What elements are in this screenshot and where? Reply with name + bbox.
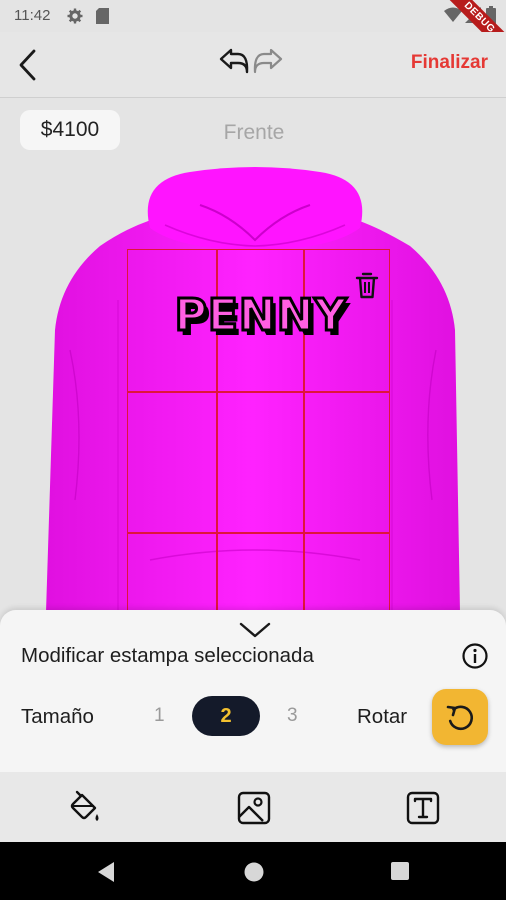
delete-print-button[interactable] [353, 271, 381, 301]
rotate-button[interactable] [432, 689, 488, 745]
finalize-button[interactable]: Finalizar [411, 52, 488, 74]
add-image-tool-button[interactable] [236, 790, 272, 826]
trash-icon [355, 272, 379, 299]
print-design-text[interactable]: PENNY [166, 288, 356, 344]
info-button[interactable] [461, 642, 489, 670]
modify-print-panel: Modificar estampa seleccionada Tamaño 1 … [0, 610, 506, 772]
image-icon [237, 791, 271, 825]
view-side-label[interactable]: Frente [200, 121, 308, 145]
size-option-2-selected[interactable]: 2 [192, 696, 260, 736]
design-toolbar [0, 772, 506, 842]
size-option-1[interactable]: 1 [154, 705, 165, 727]
grid-line [128, 532, 389, 534]
gear-icon [67, 8, 83, 24]
undo-icon [219, 48, 249, 74]
panel-title: Modificar estampa seleccionada [21, 644, 314, 667]
recents-square-icon[interactable] [390, 861, 410, 881]
paint-bucket-icon [70, 790, 99, 821]
system-nav-bar [0, 842, 506, 900]
status-bar: 11:42 DEBUG [0, 0, 506, 63]
fill-color-tool-button[interactable] [67, 790, 103, 826]
add-text-tool-button[interactable] [405, 790, 441, 826]
info-icon [462, 643, 488, 669]
back-triangle-icon[interactable] [96, 861, 116, 883]
text-icon [406, 791, 440, 825]
status-time: 11:42 [14, 7, 51, 24]
back-button[interactable] [14, 48, 44, 82]
rotate-icon [446, 705, 473, 731]
redo-button[interactable] [250, 46, 284, 78]
collapse-panel-button[interactable] [238, 618, 272, 640]
rotate-label: Rotar [357, 705, 408, 728]
price-badge: $4100 [20, 110, 120, 150]
sim-card-icon [96, 8, 109, 24]
home-circle-icon[interactable] [243, 861, 265, 883]
size-option-3[interactable]: 3 [287, 705, 298, 727]
undo-button[interactable] [218, 46, 252, 78]
grid-line [128, 391, 389, 393]
chevron-down-icon [239, 622, 271, 638]
size-label: Tamaño [21, 705, 94, 728]
app-bar: Finalizar [0, 32, 506, 98]
redo-icon [253, 48, 283, 74]
chevron-left-icon [19, 49, 36, 81]
